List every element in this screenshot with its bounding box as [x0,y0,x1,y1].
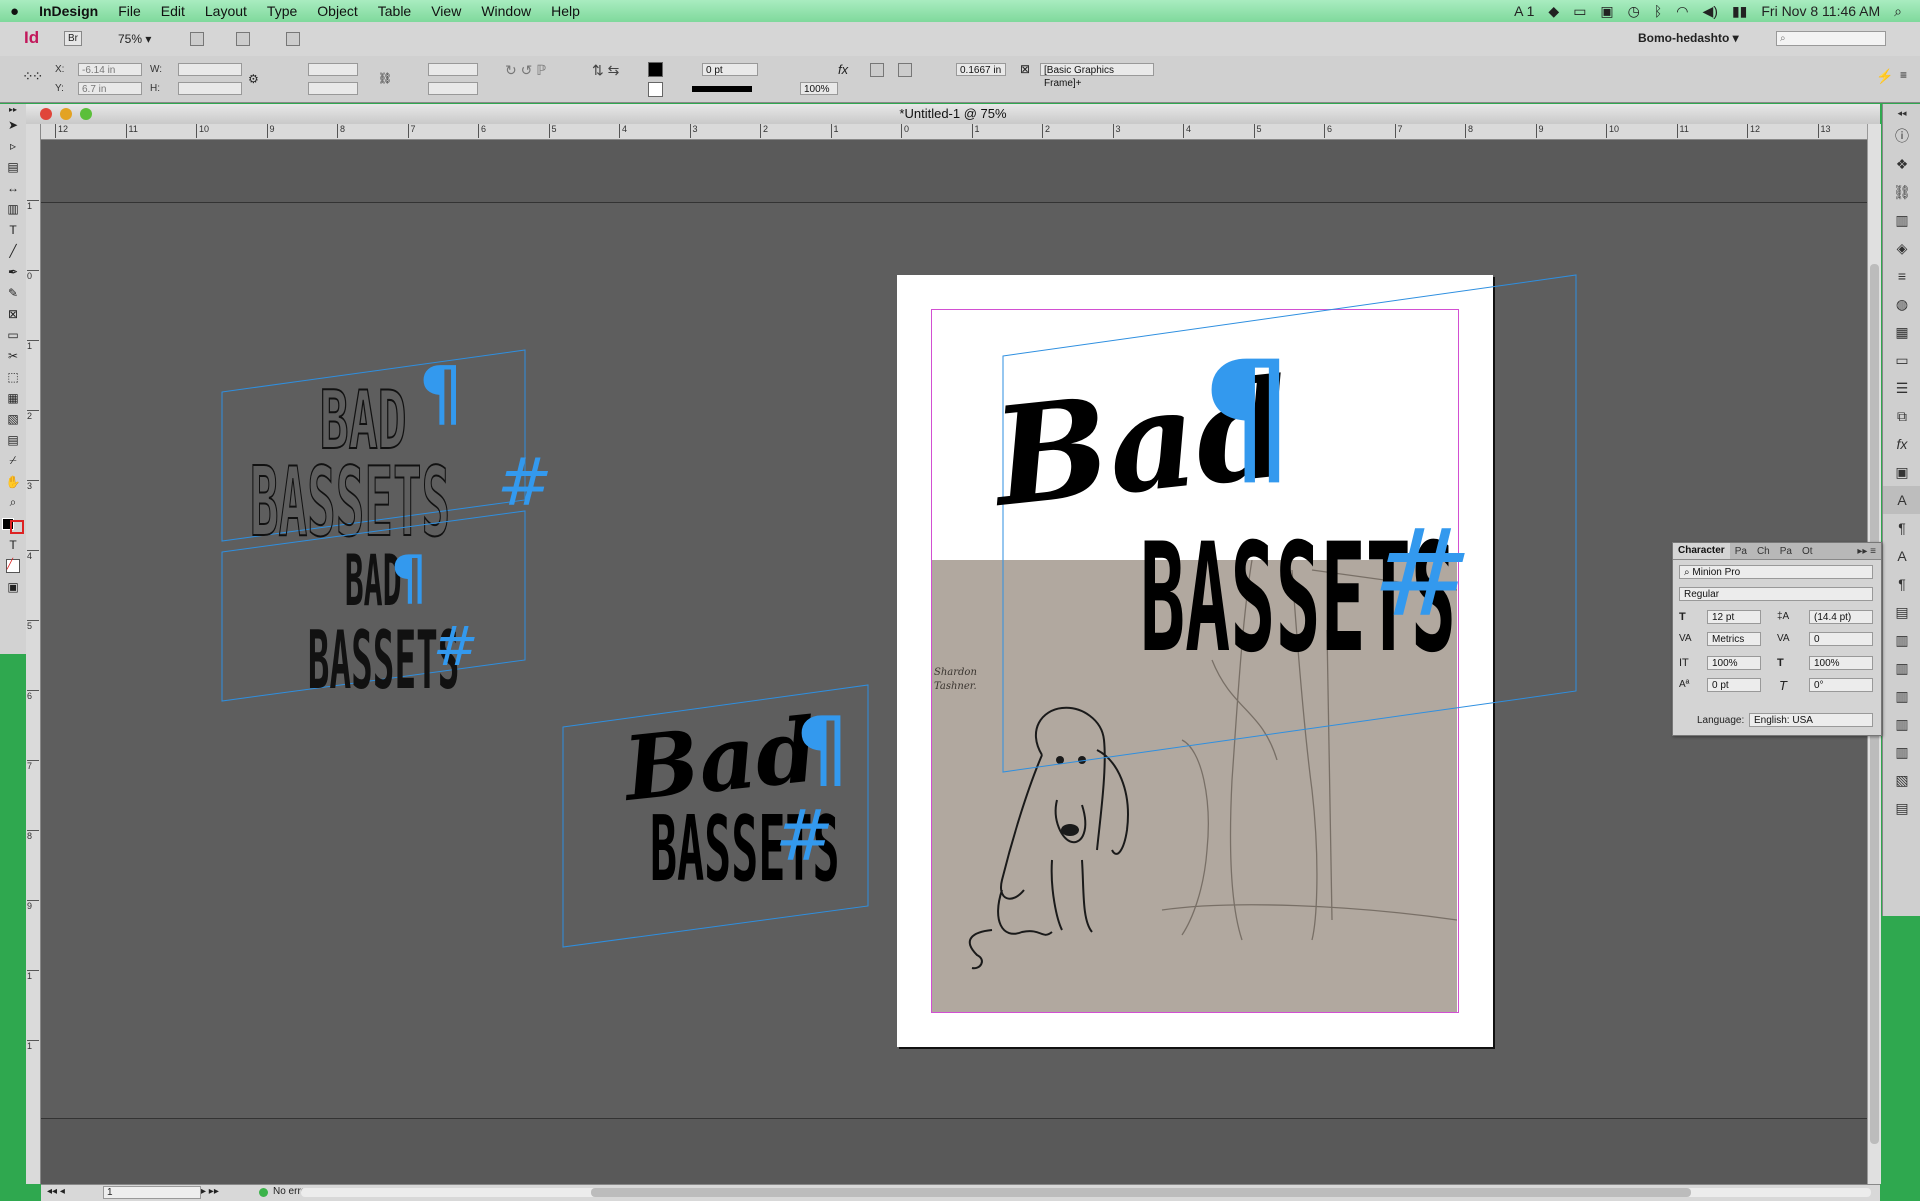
font-style-dropdown[interactable]: Regular [1679,587,1873,601]
leading-field[interactable]: (14.4 pt) [1809,610,1873,624]
book-panel-5-icon[interactable]: ▥ [1883,738,1920,766]
book-panel-3-icon[interactable]: ▥ [1883,682,1920,710]
tracking-icon: VA [1777,633,1790,644]
baseline-shift-icon: Aª [1679,679,1690,690]
font-family-dropdown[interactable]: ⌕ Minion Pro [1679,565,1873,579]
panel-dock: ◂◂ ⓘ ❖ ⛓ ▥ ◈ ≡ ◍ ▦ ▭ ☰ ⧉ fx ▣ A ¶ A ¶ ▤ … [1882,104,1920,916]
layers-panel-icon[interactable]: ◈ [1883,234,1920,262]
vertical-scale-field[interactable]: 100% [1707,656,1761,670]
font-size-icon: T [1679,611,1686,623]
tab-paragraph[interactable]: Pa [1730,546,1752,557]
gradient-panel-icon[interactable]: ▭ [1883,346,1920,374]
page-hash: # [1372,505,1473,644]
table-panel-icon[interactable]: ▦ [1883,318,1920,346]
leading-icon: ‡A [1777,611,1790,622]
frame3-pilcrow: ¶ [795,699,850,799]
tab-paragraph-styles[interactable]: Pa [1775,546,1797,557]
tab-character[interactable]: Character [1673,543,1730,559]
swatches-panel-icon[interactable]: ◍ [1883,290,1920,318]
articles-panel-icon[interactable]: ▧ [1883,766,1920,794]
horizontal-scrollbar[interactable] [301,1188,1871,1197]
panel-options-icon[interactable]: ▸▸ ≡ [1852,546,1881,557]
frame2-hash: # [433,615,478,678]
tracking-field[interactable]: 0 [1809,632,1873,646]
book-panel-4-icon[interactable]: ▥ [1883,710,1920,738]
page-number-field[interactable]: 1 [103,1186,201,1199]
next-page-buttons[interactable]: ▸ ▸▸ [201,1186,219,1197]
stroke-panel-icon[interactable]: ≡ [1883,262,1920,290]
info-panel-icon[interactable]: ⓘ [1883,122,1920,150]
horizontal-scale-field[interactable]: 100% [1809,656,1873,670]
frame1-pilcrow: ¶ [418,351,464,435]
text-wrap-panel-icon[interactable]: ▣ [1883,458,1920,486]
library-panel-icon[interactable]: ▥ [1883,206,1920,234]
language-dropdown[interactable]: English: USA [1749,713,1873,727]
book-panel-1-icon[interactable]: ▥ [1883,626,1920,654]
skew-icon: T [1779,678,1787,693]
status-bar: ◂◂ ◂ 1 ▸ ▸▸ No errors [41,1184,1880,1201]
horizontal-scroll-thumb[interactable] [591,1188,1691,1197]
page-pilcrow: ¶ [1200,330,1295,504]
baseline-shift-field[interactable]: 0 pt [1707,678,1761,692]
character-panel-icon[interactable]: A [1883,486,1920,514]
collapse-dock-icon[interactable]: ◂◂ [1883,104,1920,122]
pathfinder-panel-icon[interactable]: ⧉ [1883,402,1920,430]
language-label: Language: [1697,715,1745,726]
tab-object-styles[interactable]: Ot [1797,546,1818,557]
effects-panel-icon[interactable]: fx [1883,430,1920,458]
artwork-overlay: Bad ¶ BASSETS # BAD ¶ BASSETS # BAD ¶ BA… [221,274,1577,948]
character-panel-tabs: Character Pa Ch Pa Ot ▸▸ ≡ [1673,543,1881,560]
font-family-value: Minion Pro [1692,567,1741,578]
character-panel: Character Pa Ch Pa Ot ▸▸ ≡ ⌕ Minion Pro … [1672,542,1882,736]
frame2-pilcrow: ¶ [390,543,428,613]
links-panel-icon[interactable]: ⛓ [1883,178,1920,206]
kerning-dropdown[interactable]: Metrics [1707,632,1761,646]
align-panel-icon[interactable]: ☰ [1883,374,1920,402]
pages-panel-icon[interactable]: ❖ [1883,150,1920,178]
preflight-ok-icon [259,1188,268,1197]
skew-field[interactable]: 0° [1809,678,1873,692]
frame3-hash: # [775,795,834,877]
book-panel-2-icon[interactable]: ▥ [1883,654,1920,682]
font-size-field[interactable]: 12 pt [1707,610,1761,624]
glyphs-panel-icon[interactable]: ▤ [1883,598,1920,626]
horizontal-scale-icon: T [1777,657,1784,669]
page-navigation[interactable]: ◂◂ ◂ [47,1186,65,1197]
paragraph-panel-icon[interactable]: ¶ [1883,514,1920,542]
frame1-hash: # [497,444,552,521]
paragraph-styles-icon[interactable]: ¶ [1883,570,1920,598]
tab-character-styles[interactable]: Ch [1752,546,1775,557]
vertical-scale-icon: IT [1679,657,1689,669]
notes-panel-icon[interactable]: ▤ [1883,794,1920,822]
character-styles-icon[interactable]: A [1883,542,1920,570]
kerning-icon: VA [1679,633,1692,644]
